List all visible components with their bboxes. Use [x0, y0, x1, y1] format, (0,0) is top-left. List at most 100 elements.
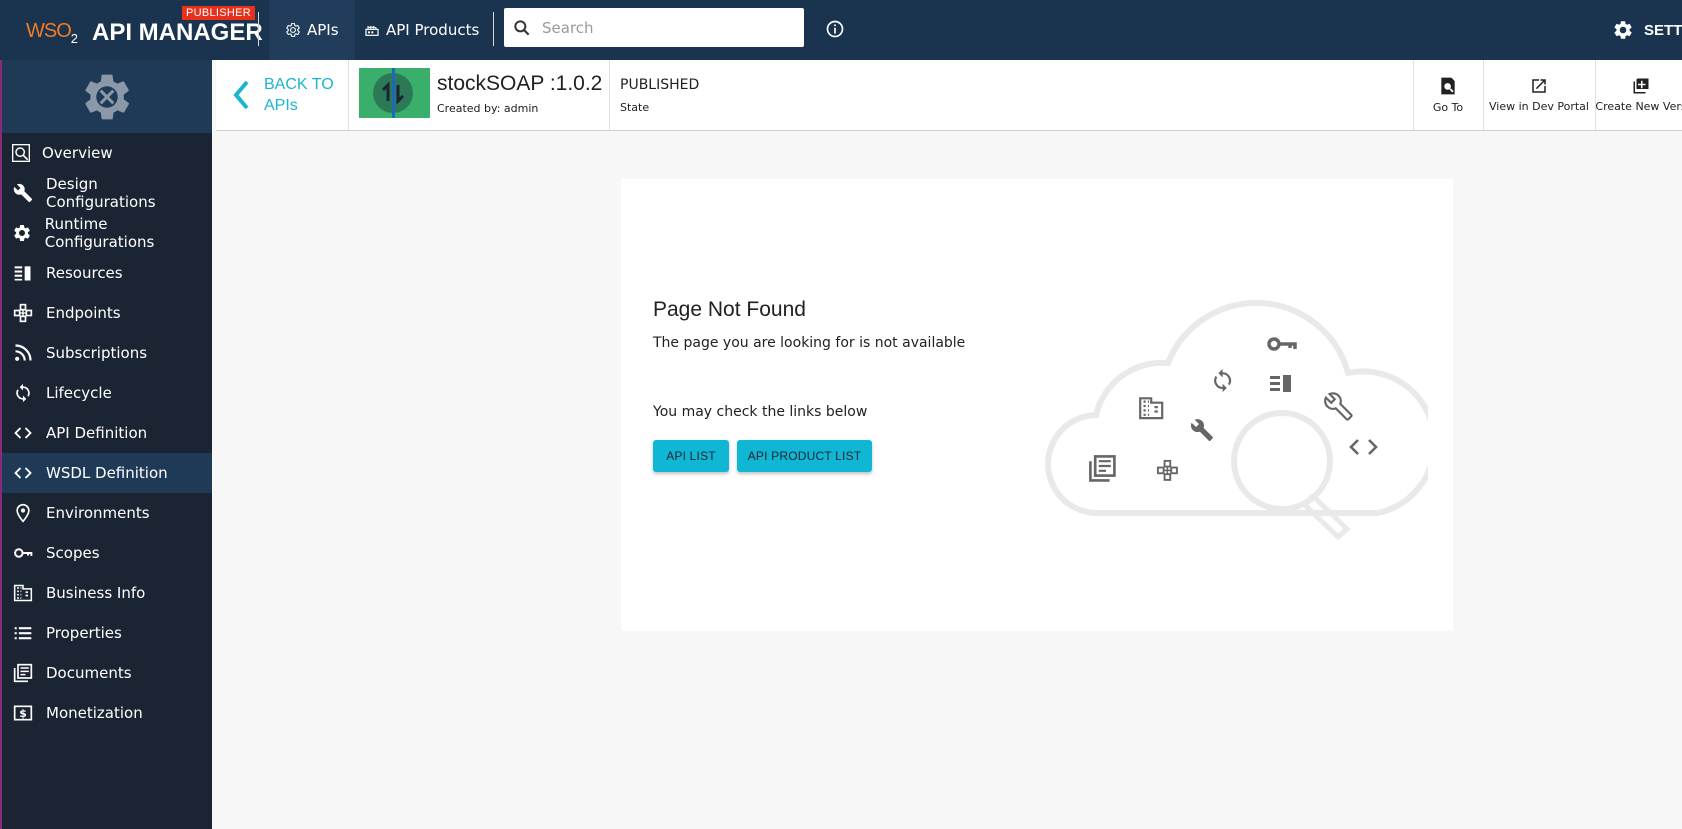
- sidebar-header: [2, 60, 212, 133]
- publisher-badge: PUBLISHER: [182, 6, 256, 20]
- sidebar-item-label: Subscriptions: [46, 344, 148, 362]
- info-button[interactable]: [825, 19, 845, 43]
- gear-icon: [286, 23, 300, 37]
- sidebar-item-label: Documents: [46, 664, 132, 682]
- sidebar-item-label: Resources: [46, 264, 123, 282]
- sidebar-item-label: Lifecycle: [46, 384, 112, 402]
- gear-icon: [1614, 21, 1632, 39]
- wrench-icon: [12, 182, 34, 204]
- location-icon: [12, 502, 34, 524]
- sidebar-item-label: Overview: [42, 144, 113, 162]
- building-icon: [1139, 397, 1164, 420]
- create-new-version-button[interactable]: Create New Vers: [1595, 60, 1682, 130]
- sidebar-item-label: Endpoints: [46, 304, 121, 322]
- sidebar-item-label: Runtime Configurations: [44, 215, 155, 251]
- sidebar-item-subscriptions[interactable]: Subscriptions: [2, 333, 212, 373]
- sidebar-item-runtime-configurations[interactable]: Runtime Configurations: [2, 213, 212, 253]
- api-name: stockSOAP :1.0.2: [437, 72, 603, 95]
- app-logo[interactable]: WSO2 API MANAGER PUBLISHER: [26, 6, 263, 50]
- api-products-icon: [365, 25, 379, 36]
- code-icon: [12, 422, 34, 444]
- magnifier-lens: [1231, 410, 1333, 512]
- search-document-icon: [1441, 77, 1455, 95]
- sidebar-item-overview[interactable]: Overview: [2, 133, 212, 173]
- sidebar-item-label: Environments: [46, 504, 150, 522]
- key-icon: [12, 542, 34, 564]
- sidebar-item-label: Properties: [46, 624, 122, 642]
- tab-api-products[interactable]: API Products: [348, 0, 495, 60]
- left-sidebar: Overview Design Configurations Runtime C…: [0, 60, 212, 829]
- documents-icon: [12, 662, 34, 684]
- tab-apis[interactable]: APIs: [269, 0, 355, 60]
- search-input[interactable]: [542, 18, 782, 37]
- not-found-message: The page you are looking for is not avai…: [653, 335, 966, 351]
- go-to-button[interactable]: Go To: [1413, 60, 1483, 130]
- sidebar-item-endpoints[interactable]: Endpoints: [2, 293, 212, 333]
- list-icon: [12, 622, 34, 644]
- open-external-icon: [1532, 79, 1546, 93]
- api-state-label: State: [620, 101, 650, 114]
- code-icon: [12, 462, 34, 484]
- tab-api-products-label: API Products: [386, 21, 480, 39]
- sidebar-item-business-info[interactable]: Business Info: [2, 573, 212, 613]
- refresh-icon: [1214, 369, 1232, 393]
- api-thumbnail: [359, 68, 430, 118]
- divider: [258, 12, 259, 46]
- building-icon: [12, 582, 34, 604]
- wrench-icon: [1190, 419, 1213, 441]
- divider: [609, 60, 610, 130]
- sidebar-item-label: Business Info: [46, 584, 146, 602]
- sidebar-item-label: Monetization: [46, 704, 143, 722]
- top-bar: WSO2 API MANAGER PUBLISHER APIs API Prod…: [0, 0, 1682, 60]
- sidebar-item-properties[interactable]: Properties: [2, 613, 212, 653]
- sidebar-item-wsdl-definition[interactable]: WSDL Definition: [2, 453, 212, 493]
- chevron-left-icon: [233, 80, 249, 110]
- sidebar-item-api-definition[interactable]: API Definition: [2, 413, 212, 453]
- settings-button[interactable]: SETTIN: [1612, 0, 1682, 60]
- sidebar-item-design-configurations[interactable]: Design Configurations: [2, 173, 212, 213]
- add-box-icon: [1633, 78, 1649, 94]
- back-to-apis-label: BACK TO APIs: [264, 76, 334, 114]
- sidebar-item-label: Scopes: [46, 544, 100, 562]
- cloud-illustration: [1045, 299, 1428, 540]
- sidebar-item-label: WSDL Definition: [46, 464, 168, 482]
- back-to-apis-button[interactable]: BACK TO APIs: [216, 60, 349, 130]
- check-links-text: You may check the links below: [653, 404, 868, 420]
- sidebar-item-resources[interactable]: Resources: [2, 253, 212, 293]
- info-icon: [826, 20, 844, 38]
- view-in-dev-portal-label: View in Dev Portal: [1489, 100, 1589, 113]
- view-in-dev-portal-button[interactable]: View in Dev Portal: [1483, 60, 1595, 130]
- resources-icon: [12, 262, 34, 284]
- endpoints-icon: [12, 302, 34, 324]
- sidebar-item-lifecycle[interactable]: Lifecycle: [2, 373, 212, 413]
- page-title: Page Not Found: [653, 298, 806, 321]
- rss-icon: [12, 342, 34, 364]
- logo-wso: WSO2: [26, 20, 78, 46]
- search-icon: [514, 19, 530, 35]
- sidebar-item-scopes[interactable]: Scopes: [2, 533, 212, 573]
- code-icon: [1349, 439, 1378, 455]
- api-creator: Created by: admin: [437, 102, 539, 115]
- resources-icon: [1270, 375, 1291, 392]
- api-header: BACK TO APIs stockSOAP :1.0.2 Created by…: [216, 60, 1682, 131]
- sidebar-item-environments[interactable]: Environments: [2, 493, 212, 533]
- key-icon: [1267, 337, 1297, 351]
- sidebar-item-monetization[interactable]: $ Monetization: [2, 693, 212, 733]
- search-box[interactable]: [504, 8, 804, 47]
- sidebar-item-documents[interactable]: Documents: [2, 653, 212, 693]
- refresh-icon: [12, 382, 34, 404]
- go-to-label: Go To: [1432, 101, 1464, 114]
- logo-title: API MANAGER: [92, 19, 263, 46]
- dollar-icon: $: [12, 702, 34, 724]
- api-product-list-button[interactable]: API PRODUCT LIST: [737, 440, 872, 472]
- settings-label: SETTIN: [1644, 21, 1682, 39]
- endpoints-icon: [1156, 459, 1178, 481]
- gear-tools-icon: [85, 74, 129, 119]
- api-list-button[interactable]: API LIST: [653, 440, 729, 472]
- tab-apis-label: APIs: [307, 21, 339, 39]
- wrench-icon: [1324, 392, 1353, 421]
- sidebar-item-label: Design Configurations: [45, 175, 156, 211]
- divider: [493, 12, 494, 46]
- gear-icon: [12, 222, 33, 244]
- thumbnail-stripe: [392, 68, 395, 118]
